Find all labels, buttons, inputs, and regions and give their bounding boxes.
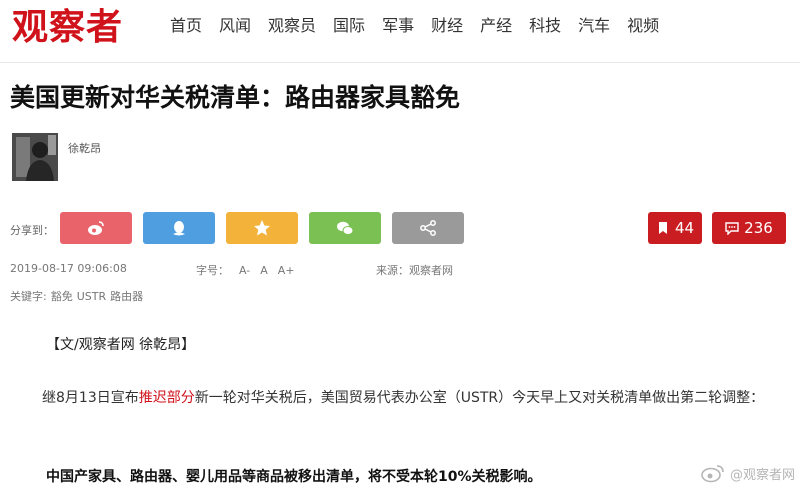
site-logo[interactable]: 观察者 bbox=[12, 4, 123, 50]
nav-item-home[interactable]: 首页 bbox=[170, 14, 202, 38]
avatar-image bbox=[12, 133, 58, 181]
font-size-label: 字号： bbox=[196, 264, 229, 277]
wechat-icon bbox=[337, 221, 354, 235]
font-size-smaller[interactable]: A- bbox=[239, 264, 250, 277]
font-size-control: 字号： A- A A+ bbox=[196, 262, 295, 278]
share-more-button[interactable] bbox=[392, 212, 464, 244]
qq-icon bbox=[173, 221, 185, 236]
weibo-watermark: @观察者网 bbox=[700, 462, 795, 484]
nav-item-industry[interactable]: 产经 bbox=[480, 14, 512, 38]
nav-item-military[interactable]: 军事 bbox=[382, 14, 414, 38]
weibo-icon bbox=[88, 221, 104, 235]
font-size-normal[interactable]: A bbox=[260, 264, 268, 277]
paragraph-text: 继8月13日宣布 bbox=[42, 390, 139, 406]
nav-item-finance[interactable]: 财经 bbox=[431, 14, 463, 38]
nav-item-fengwen[interactable]: 风闻 bbox=[219, 14, 251, 38]
keywords-row: 关键字: 豁免 USTR 路由器 bbox=[10, 288, 143, 304]
comment-icon bbox=[725, 222, 739, 235]
article-source: 来源：观察者网 bbox=[376, 264, 453, 277]
share-label: 分享到： bbox=[10, 224, 54, 237]
comment-button[interactable]: 236 bbox=[712, 212, 786, 244]
header-divider bbox=[0, 62, 800, 63]
share-qq-button[interactable] bbox=[143, 212, 215, 244]
nav-item-tech[interactable]: 科技 bbox=[529, 14, 561, 38]
share-weibo-button[interactable] bbox=[60, 212, 132, 244]
favorite-count: 44 bbox=[674, 219, 695, 237]
qzone-star-icon bbox=[254, 220, 270, 236]
nav-item-video[interactable]: 视频 bbox=[627, 14, 659, 38]
article-title: 美国更新对华关税清单：路由器家具豁免 bbox=[10, 83, 461, 112]
author-avatar[interactable] bbox=[12, 133, 58, 181]
keyword-tag[interactable]: 路由器 bbox=[110, 290, 143, 303]
article-paragraph: 继8月13日宣布推迟部分新一轮对华关税后，美国贸易代表办公室（USTR）今天早上… bbox=[10, 386, 795, 410]
font-size-larger[interactable]: A+ bbox=[278, 264, 295, 277]
nav-item-auto[interactable]: 汽车 bbox=[578, 14, 610, 38]
article-date: 2019-08-17 09:06:08 bbox=[10, 262, 127, 275]
main-nav: 首页 风闻 观察员 国际 军事 财经 产经 科技 汽车 视频 bbox=[170, 14, 676, 38]
keyword-tag[interactable]: 豁免 bbox=[51, 290, 73, 303]
bookmark-icon bbox=[658, 222, 667, 234]
comment-count: 236 bbox=[744, 219, 773, 237]
article-byline: 【文/观察者网 徐乾昂】 bbox=[46, 337, 196, 353]
favorite-button[interactable]: 44 bbox=[648, 212, 702, 244]
share-qzone-button[interactable] bbox=[226, 212, 298, 244]
author-name[interactable]: 徐乾昂 bbox=[68, 140, 101, 156]
watermark-text: @观察者网 bbox=[730, 467, 796, 483]
article-paragraph-bold: 中国产家具、路由器、婴儿用品等商品被移出清单，将不受本轮10%关税影响。 bbox=[46, 469, 542, 485]
keyword-tag[interactable]: USTR bbox=[77, 290, 106, 303]
weibo-watermark-icon bbox=[701, 465, 724, 483]
keywords-label: 关键字: bbox=[10, 290, 47, 303]
nav-item-international[interactable]: 国际 bbox=[333, 14, 365, 38]
site-header: 观察者 首页 风闻 观察员 国际 军事 财经 产经 科技 汽车 视频 bbox=[0, 0, 800, 56]
share-icon bbox=[420, 220, 436, 236]
nav-item-observer[interactable]: 观察员 bbox=[268, 14, 316, 38]
share-wechat-button[interactable] bbox=[309, 212, 381, 244]
inline-link[interactable]: 推迟部分 bbox=[139, 390, 195, 406]
paragraph-text: 新一轮对华关税后，美国贸易代表办公室（USTR）今天早上又对关税清单做出第二轮调… bbox=[194, 390, 765, 406]
